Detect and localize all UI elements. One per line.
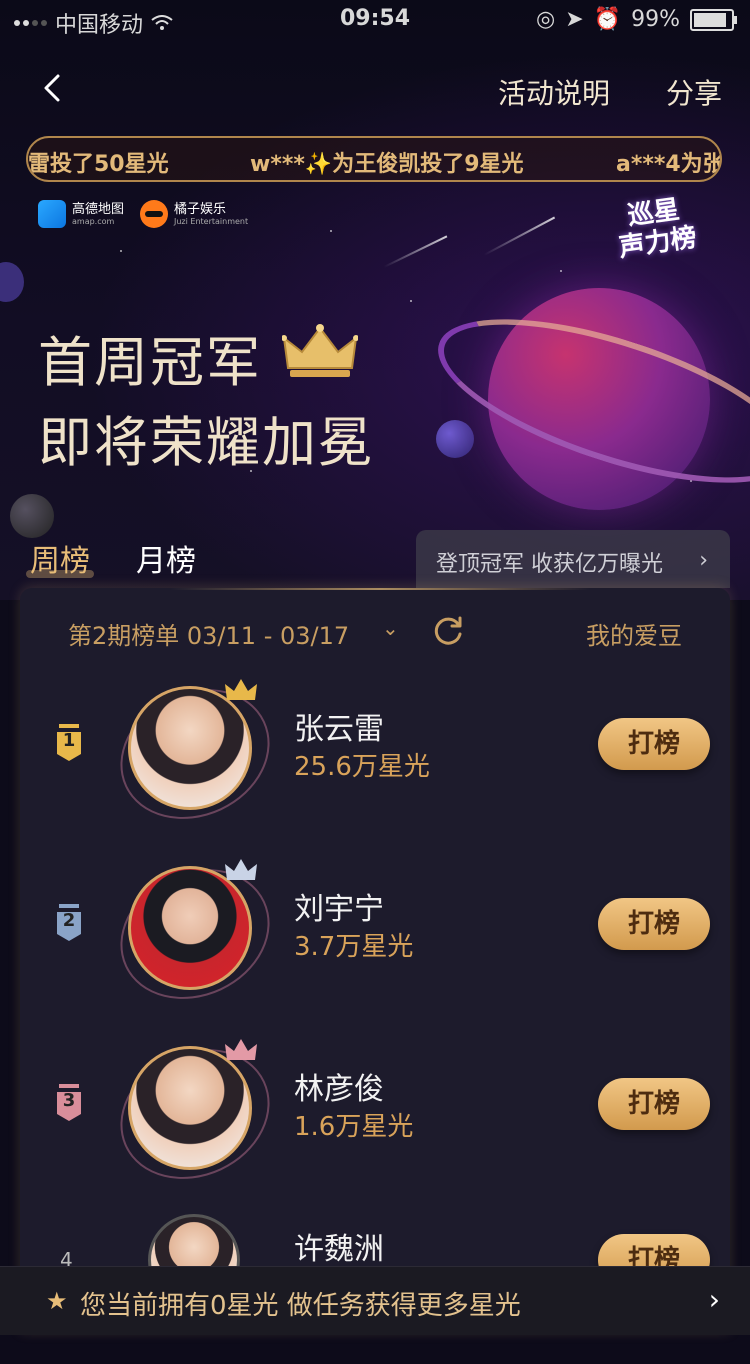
ranking-row: 1 张云雷 25.6万星光 打榜 xyxy=(20,665,730,843)
status-right: ◎ ➤ ⏰ 99% xyxy=(536,7,737,32)
battery-percent: 99% xyxy=(631,7,680,32)
crown-icon xyxy=(225,1039,257,1060)
rank-number: 1 xyxy=(62,730,76,751)
idol-name: 许魏洲 xyxy=(294,1232,384,1267)
ranking-row: 3 林彦俊 1.6万星光 打榜 xyxy=(20,1025,730,1203)
avatar-frame xyxy=(99,845,291,1023)
avatar-frame xyxy=(99,1025,291,1203)
chevron-right-icon: › xyxy=(699,548,708,573)
rank-number: 3 xyxy=(62,1090,76,1111)
star-decoration xyxy=(120,250,122,252)
meteor-streak xyxy=(383,235,448,268)
share-button[interactable]: 分享 xyxy=(666,72,722,112)
my-idol-link[interactable]: 我的爱豆 xyxy=(586,616,682,651)
period-selector[interactable]: 第2期榜单 03/11 - 03/17 xyxy=(68,616,349,651)
sponsor-juzi: 橘子娱乐 Juzi Entertainment xyxy=(140,200,248,228)
tab-monthly[interactable]: 月榜 xyxy=(136,536,196,580)
amap-logo-icon xyxy=(38,200,66,228)
starlight-bar[interactable]: ★ 您当前拥有0星光 做任务获得更多星光 › xyxy=(0,1266,750,1335)
avatar[interactable] xyxy=(128,866,252,990)
promo-banner[interactable]: 登顶冠军 收获亿万曝光 › xyxy=(416,530,730,588)
lock-rotation-icon: ◎ xyxy=(536,7,556,32)
star-decoration xyxy=(560,270,562,272)
status-bar: 中国移动 09:54 ◎ ➤ ⏰ 99% xyxy=(0,0,750,40)
idol-name: 刘宇宁 xyxy=(294,892,384,927)
vote-button[interactable]: 打榜 xyxy=(598,718,710,770)
crown-icon xyxy=(282,324,358,377)
refresh-icon[interactable] xyxy=(430,612,466,648)
planet-decoration xyxy=(436,420,474,458)
sponsor-name: 橘子娱乐 xyxy=(174,201,227,217)
battery-icon xyxy=(690,8,737,31)
sponsor-amap-text: 高德地图 amap.com xyxy=(72,201,125,226)
vote-button[interactable]: 打榜 xyxy=(598,1078,710,1130)
headline-line2: 即将荣耀加冕 xyxy=(38,411,374,474)
ranking-row: 2 刘宇宁 3.7万星光 打榜 xyxy=(20,845,730,1023)
star-decoration xyxy=(330,230,332,232)
hero-banner xyxy=(0,0,750,600)
planet-decoration xyxy=(0,262,24,302)
avatar[interactable] xyxy=(128,686,252,810)
back-chevron-icon[interactable] xyxy=(36,70,72,106)
ticker-item: w***✨为王俊凯投了9星光 xyxy=(250,152,524,177)
rank-number: 2 xyxy=(62,910,76,931)
sponsor-sub: amap.com xyxy=(72,216,115,226)
crown-icon xyxy=(225,859,257,880)
sponsor-amap: 高德地图 amap.com xyxy=(38,200,124,228)
chevron-right-icon: › xyxy=(708,1283,720,1316)
avatar-frame xyxy=(99,665,291,843)
ticker-item: a***4为张 xyxy=(616,152,722,177)
idol-score: 25.6万星光 xyxy=(294,752,430,782)
chevron-down-icon[interactable]: ⌄ xyxy=(382,616,399,640)
juzi-logo-icon xyxy=(140,200,168,228)
ticker-item: 雷投了50星光 xyxy=(28,152,169,177)
sponsor-name: 高德地图 xyxy=(72,201,125,217)
avatar[interactable] xyxy=(128,1046,252,1170)
headline-line1: 首周冠军 xyxy=(38,331,262,394)
alarm-icon: ⏰ xyxy=(593,7,622,32)
idol-score: 1.6万星光 xyxy=(294,1112,414,1142)
tab-weekly[interactable]: 周榜 xyxy=(26,536,94,580)
star-icon: ★ xyxy=(46,1287,68,1315)
sponsor-juzi-text: 橘子娱乐 Juzi Entertainment xyxy=(174,201,249,226)
event-rules-link[interactable]: 活动说明 xyxy=(498,72,610,112)
idol-score: 3.7万星光 xyxy=(294,932,414,962)
ranking-panel: 第2期榜单 03/11 - 03/17 ⌄ 我的爱豆 1 张云雷 25.6万星光… xyxy=(20,588,730,1334)
promo-label: 登顶冠军 收获亿万曝光 xyxy=(436,552,663,577)
vote-ticker: 雷投了50星光 w***✨为王俊凯投了9星光 a***4为张 xyxy=(26,136,722,182)
sponsor-sub: Juzi Entertainment xyxy=(174,216,249,226)
starlight-status: 您当前拥有0星光 做任务获得更多星光 xyxy=(80,1291,521,1321)
meteor-streak xyxy=(483,216,556,256)
star-decoration xyxy=(410,300,412,302)
idol-name: 张云雷 xyxy=(294,712,384,747)
planet-decoration xyxy=(10,494,54,538)
location-icon: ➤ xyxy=(565,7,584,32)
crown-icon xyxy=(225,679,257,700)
idol-name: 林彦俊 xyxy=(294,1072,384,1107)
vote-button[interactable]: 打榜 xyxy=(598,898,710,950)
